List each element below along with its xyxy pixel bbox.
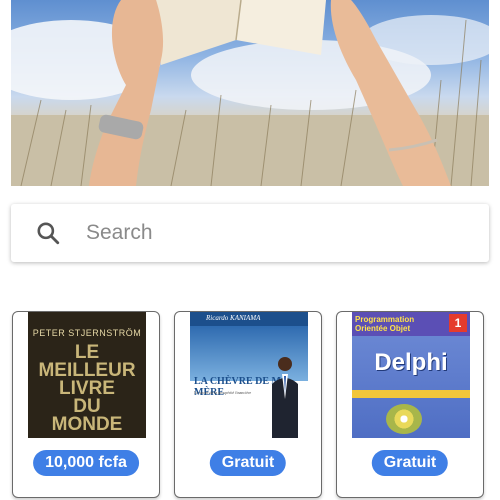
price-badge[interactable]: Gratuit — [209, 450, 287, 476]
cover-band — [352, 390, 470, 398]
book-cover-image: PETER STJERNSTRÖM LE MEILLEUR LIVRE DU M… — [28, 312, 146, 438]
book-card[interactable]: Ricardo KANIAMA LA CHÈVRE DE MA MÈRE Le … — [174, 311, 322, 498]
cover-title: LE MEILLEUR LIVRE DU MONDE — [38, 342, 136, 435]
book-card[interactable]: PETER STJERNSTRÖM LE MEILLEUR LIVRE DU M… — [12, 311, 160, 498]
cover-subtitle: Le secret de la prospérité financière — [194, 390, 252, 395]
cover-title: Delphi — [374, 349, 448, 376]
price-badge[interactable]: Gratuit — [371, 450, 449, 476]
cover-author: Ricardo KANIAMA — [190, 312, 308, 326]
hero-banner-image — [11, 0, 489, 186]
cd-icon — [386, 404, 422, 434]
book-cover-image: Ricardo KANIAMA LA CHÈVRE DE MA MÈRE Le … — [190, 312, 308, 438]
cover-header: Programmation Orientée Objet 1 — [352, 312, 470, 336]
search-icon[interactable] — [35, 220, 61, 246]
volume-badge: 1 — [449, 314, 467, 332]
search-bar[interactable]: Search — [11, 204, 489, 262]
book-cover-image: Programmation Orientée Objet 1 Delphi — [352, 312, 470, 438]
author-portrait-icon — [272, 357, 298, 438]
price-badge[interactable]: 10,000 fcfa — [33, 450, 139, 476]
reading-hero-illustration — [11, 0, 489, 186]
search-input[interactable]: Search — [86, 221, 153, 245]
book-card[interactable]: Programmation Orientée Objet 1 Delphi Gr… — [336, 311, 484, 498]
cover-author: PETER STJERNSTRÖM — [32, 328, 142, 338]
book-list: PETER STJERNSTRÖM LE MEILLEUR LIVRE DU M… — [0, 300, 500, 500]
